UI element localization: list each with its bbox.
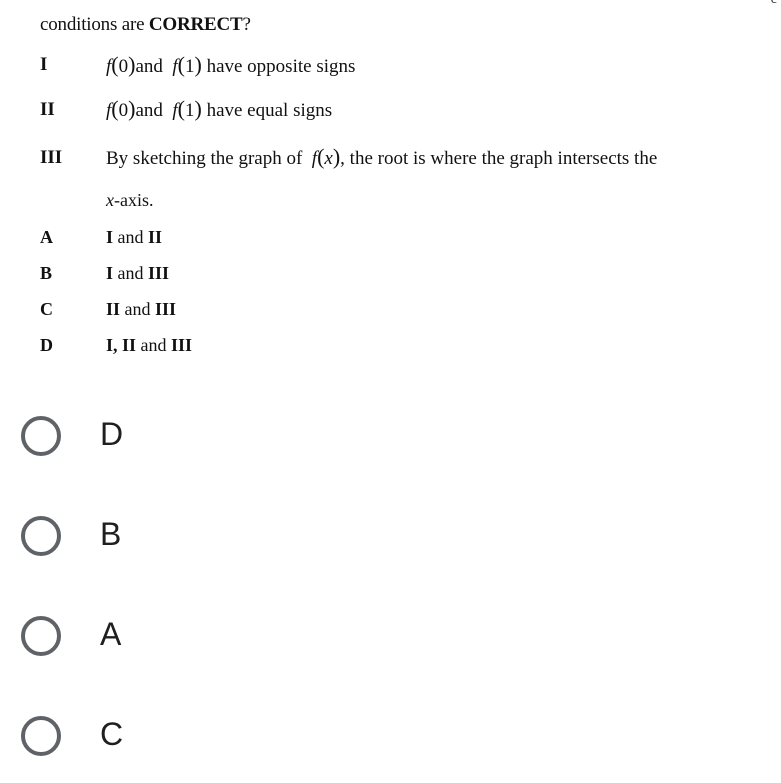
option-letter: A [40,227,53,247]
statement-numeral: I [40,54,48,75]
radio-button[interactable] [21,616,61,656]
statement-numeral: II [40,99,55,120]
option-text: I and III [106,263,169,284]
numeral: I [106,263,114,283]
conj: and [135,56,163,77]
numeral: III [155,299,177,319]
option-letter: B [40,263,53,283]
radio-button[interactable] [21,516,61,556]
choice-b[interactable]: B [0,500,400,580]
statement-desc-cont: , the root is where the graph intersects… [340,148,658,169]
prompt-suffix: ? [242,14,251,35]
conj: and [136,335,172,355]
choice-d[interactable]: D [0,400,400,480]
prompt-emphasis: CORRECT [148,14,243,35]
radio-button[interactable] [21,716,61,756]
numeral: II [106,299,121,319]
math-arg: 0 [118,100,129,121]
math-arg: 0 [118,56,129,77]
statement-desc: have opposite signs [206,56,356,77]
choice-label[interactable]: C [100,714,123,754]
statement-text: By sketching the graph of f(x), the root… [106,144,658,169]
statement-desc: By sketching the graph of [106,148,303,169]
option-letter: C [40,299,53,319]
prompt-text: conditions are [40,14,149,35]
choice-c[interactable]: C [0,700,400,780]
numeral: I, II [106,335,137,355]
conj: and [113,227,149,247]
statement-numeral: III [40,147,63,168]
math-var: x [324,148,333,169]
numeral: III [171,335,193,355]
choice-a[interactable]: A [0,600,400,680]
conj: and [120,299,156,319]
option-letter: D [40,335,53,355]
radio-button[interactable] [21,416,61,456]
math-var: x [106,190,114,210]
option-text: II and III [106,299,176,320]
numeral: I [106,227,114,247]
choice-label[interactable]: B [100,514,121,554]
option-text: I, II and III [106,335,192,356]
choice-label[interactable]: D [100,414,123,454]
statement-text: f(0)and f(1) have equal signs [106,96,333,121]
question-image: c conditions are CORRECT? I f(0)and f(1)… [0,0,781,370]
statement-text: f(0)and f(1) have opposite signs [106,52,356,77]
question-prompt: conditions are CORRECT? [40,14,251,36]
option-text: I and II [106,227,162,248]
conj: and [135,100,163,121]
conj: and [113,263,149,283]
choice-label[interactable]: A [100,614,121,654]
numeral: II [148,227,163,247]
continuation-text: -axis. [114,190,154,210]
statement-desc: have equal signs [206,100,333,121]
statement-continuation: x-axis. [106,190,154,211]
numeral: III [148,263,170,283]
cropped-glyph: c [771,0,777,8]
